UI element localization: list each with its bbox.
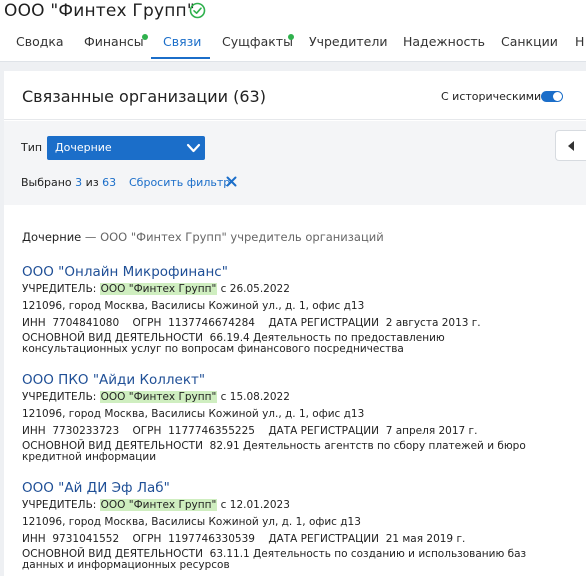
side-panel-toggle[interactable] [555, 130, 586, 161]
reg-date-value: 7 апреля 2017 г. [385, 425, 478, 437]
check-circle-icon [189, 2, 206, 19]
ogrn-label: ОГРН [132, 533, 162, 545]
founder-label: УЧРЕДИТЕЛЬ: [22, 499, 97, 511]
founder-label: УЧРЕДИТЕЛЬ: [22, 391, 97, 403]
org-activity: ОСНОВНОЙ ВИД ДЕЯТЕЛЬНОСТИ 63.11.1 Деятел… [22, 549, 542, 571]
chevron-left-icon [568, 141, 574, 151]
chevron-down-icon [186, 143, 201, 153]
selected-total[interactable]: 63 [102, 176, 116, 189]
reg-date-label: ДАТА РЕГИСТРАЦИИ [268, 533, 379, 545]
founder-name[interactable]: ООО "Финтех Групп" [99, 499, 218, 511]
founder-since: с 26.05.2022 [220, 283, 290, 295]
org-address: 121096, город Москва, Василисы Кожиной у… [22, 300, 365, 312]
inn-value: 7704841080 [52, 317, 120, 329]
tab-nadezhnost[interactable]: Надежность [403, 33, 485, 61]
type-select-value: Дочерние [55, 141, 112, 154]
inn-label: ИНН [22, 425, 46, 437]
tab-sushchfakty-indicator [288, 34, 294, 40]
reg-date-label: ДАТА РЕГИСТРАЦИИ [268, 317, 379, 329]
selected-count-line: Выбрано 3 из 63 [21, 176, 116, 189]
org-ids-line: ИНН 9731041552 ОГРН 1197746330539 ДАТА Р… [22, 533, 465, 545]
active-tab-indicator [151, 57, 210, 59]
filter-area: Тип Дочерние Выбрано 3 из 63 Сбросить фи… [4, 121, 586, 205]
type-label: Тип [21, 141, 43, 154]
ogrn-label: ОГРН [132, 425, 162, 437]
section-title: Дочерние [22, 230, 82, 244]
reg-date-value: 2 августа 2013 г. [385, 317, 481, 329]
org-activity: ОСНОВНОЙ ВИД ДЕЯТЕЛЬНОСТИ 82.91 Деятельн… [22, 441, 542, 463]
tab-finansy[interactable]: Финансы [84, 33, 144, 61]
org-ids-line: ИНН 7730233723 ОГРН 1177746355225 ДАТА Р… [22, 425, 477, 437]
inn-value: 7730233723 [52, 425, 120, 437]
inn-label: ИНН [22, 533, 46, 545]
selected-of: из [85, 176, 99, 189]
founder-since: с 15.08.2022 [220, 391, 290, 403]
inn-value: 9731041552 [52, 533, 120, 545]
toggle-knob [553, 92, 562, 101]
tab-uchrediteli[interactable]: Учредители [309, 33, 387, 61]
founder-name[interactable]: ООО "Финтех Групп" [99, 391, 218, 403]
tab-finansy-indicator [142, 34, 148, 40]
ogrn-value: 1177746355225 [168, 425, 255, 437]
close-icon[interactable] [226, 176, 237, 187]
reg-date-value: 21 мая 2019 г. [385, 533, 466, 545]
section-heading: Дочерние — ООО "Финтех Групп" учредитель… [22, 230, 384, 244]
ogrn-label: ОГРН [132, 317, 162, 329]
panel-title: Связанные организации (63) [22, 87, 266, 106]
org-name-link[interactable]: ООО ПКО "Айди Коллект" [22, 372, 205, 388]
ogrn-value: 1137746674284 [168, 317, 255, 329]
historical-toggle-label: С историческими [441, 90, 542, 103]
org-founder-line: УЧРЕДИТЕЛЬ: ООО "Финтех Групп" с 15.08.2… [22, 391, 290, 403]
org-address: 121096, город Москва, Василисы Кожиной у… [22, 408, 365, 420]
tab-sanktsii[interactable]: Санкции [501, 33, 558, 61]
founder-label: УЧРЕДИТЕЛЬ: [22, 283, 97, 295]
company-header: ООО "Финтех Групп" Сводка Финансы Связи … [0, 0, 586, 62]
org-ids-line: ИНН 7704841080 ОГРН 1137746674284 ДАТА Р… [22, 317, 481, 329]
company-title: ООО "Финтех Групп" [4, 1, 195, 21]
tab-svodka[interactable]: Сводка [16, 33, 64, 61]
org-activity: ОСНОВНОЙ ВИД ДЕЯТЕЛЬНОСТИ 66.19.4 Деятел… [22, 333, 542, 355]
org-address: 121096, город Москва, Василисы Кожиной у… [22, 516, 361, 528]
org-name-link[interactable]: ООО "Онлайн Микрофинанс" [22, 264, 228, 280]
related-orgs-panel: Связанные организации (63) С исторически… [4, 71, 586, 576]
panel-header: Связанные организации (63) С исторически… [4, 71, 586, 120]
tab-more[interactable]: Н [575, 33, 584, 61]
selected-count[interactable]: 3 [75, 176, 82, 189]
org-founder-line: УЧРЕДИТЕЛЬ: ООО "Финтех Групп" с 26.05.2… [22, 283, 290, 295]
ogrn-value: 1197746330539 [168, 533, 255, 545]
founder-name[interactable]: ООО "Финтех Групп" [99, 283, 218, 295]
tab-bar: Сводка Финансы Связи Сущфакты Учредители… [0, 33, 586, 62]
org-founder-line: УЧРЕДИТЕЛЬ: ООО "Финтех Групп" с 12.01.2… [22, 499, 290, 511]
section-note: — ООО "Финтех Групп" учредитель организа… [84, 230, 384, 244]
historical-toggle[interactable] [541, 91, 563, 102]
reset-filter-link[interactable]: Сбросить фильтр [129, 176, 230, 189]
inn-label: ИНН [22, 317, 46, 329]
founder-since: с 12.01.2023 [220, 499, 290, 511]
type-select[interactable]: Дочерние [47, 136, 205, 160]
reg-date-label: ДАТА РЕГИСТРАЦИИ [268, 425, 379, 437]
org-name-link[interactable]: ООО "Ай ДИ Эф Лаб" [22, 480, 170, 496]
tab-sushchfakty[interactable]: Сущфакты [222, 33, 293, 61]
selected-prefix: Выбрано [21, 176, 72, 189]
